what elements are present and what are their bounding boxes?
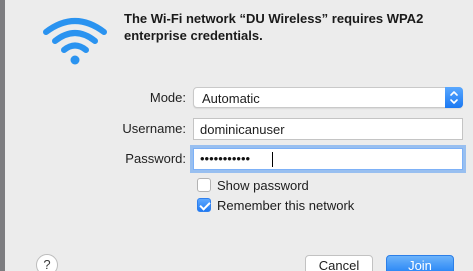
- remember-network-option[interactable]: Remember this network: [197, 197, 354, 213]
- show-password-label: Show password: [217, 177, 309, 193]
- show-password-option[interactable]: Show password: [197, 177, 309, 193]
- mode-select-value: Automatic: [202, 91, 260, 106]
- chevron-updown-icon[interactable]: [445, 87, 463, 108]
- password-masked-value: •••••••••••: [200, 151, 251, 166]
- wifi-icon: [43, 18, 107, 65]
- remember-network-checkbox[interactable]: [197, 198, 211, 212]
- mode-select[interactable]: Automatic: [193, 87, 463, 108]
- text-caret: [272, 152, 273, 167]
- cancel-button[interactable]: Cancel: [305, 255, 373, 271]
- mode-label: Mode:: [149, 90, 186, 105]
- show-password-checkbox[interactable]: [197, 178, 211, 192]
- username-field[interactable]: [193, 118, 463, 140]
- help-button[interactable]: ?: [36, 254, 58, 271]
- username-label: Username:: [122, 121, 186, 136]
- password-field[interactable]: •••••••••••: [193, 148, 463, 170]
- password-label: Password:: [125, 151, 186, 166]
- remember-network-label: Remember this network: [217, 197, 355, 213]
- username-input[interactable]: [194, 119, 462, 139]
- window-left-edge: [0, 0, 5, 271]
- dialog-title: The Wi-Fi network “DU Wireless” requires…: [124, 11, 424, 43]
- join-button[interactable]: Join: [386, 255, 454, 271]
